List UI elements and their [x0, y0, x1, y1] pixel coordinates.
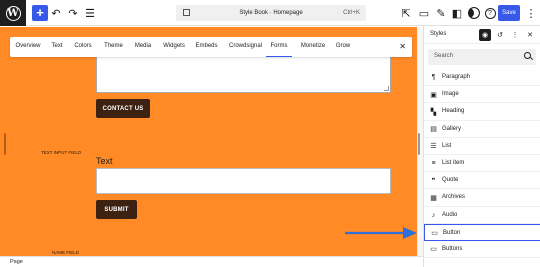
sidebar-item-gallery[interactable]: ▤ Gallery	[424, 121, 540, 138]
list-icon: ☰	[430, 143, 437, 151]
styles-title: Styles	[430, 31, 447, 37]
breadcrumb-page[interactable]: Page	[10, 259, 23, 265]
save-button[interactable]: Save	[498, 5, 520, 21]
text-field-label: Text	[96, 156, 113, 166]
tab-widgets[interactable]: Widgets	[162, 37, 186, 57]
name-field-label: NAME FIELD	[52, 250, 80, 255]
sidebar-item-image[interactable]: ▣ Image	[424, 86, 540, 104]
sidebar-item-heading[interactable]: ▚ Heading	[424, 103, 540, 121]
device-preview-icon[interactable]: ▭	[416, 5, 432, 21]
gallery-icon: ▤	[430, 126, 437, 134]
document-title: Style Book · Homepage	[239, 10, 303, 16]
sidebar-item-label: Buttons	[442, 245, 463, 252]
paragraph-icon: ¶	[431, 74, 436, 81]
breadcrumb: Page	[0, 256, 423, 267]
style-book-eye-icon[interactable]: ◉	[479, 29, 491, 41]
tab-forms[interactable]: Forms	[266, 37, 292, 57]
revisions-icon[interactable]: ↺	[494, 29, 506, 41]
list-item-icon: ≡	[431, 159, 436, 167]
tab-crowdsignal[interactable]: Crowdsignal	[227, 37, 264, 57]
undo-icon[interactable]: ↶	[48, 5, 64, 21]
edit-icon[interactable]: ✎	[433, 5, 449, 21]
sidebar-item-label: Paragraph	[442, 74, 471, 80]
tab-text[interactable]: Text	[50, 37, 64, 57]
sidebar-item-label: List	[442, 142, 452, 149]
archives-icon: ▦	[430, 194, 437, 202]
tab-colors[interactable]: Colors	[73, 37, 93, 57]
submit-button[interactable]: SUBMIT	[96, 200, 137, 219]
close-panel-icon[interactable]: ✕	[524, 29, 536, 41]
styles-toggle-icon[interactable]	[466, 5, 482, 21]
button-icon: ▭	[431, 230, 438, 238]
block-style-list: ¶ Paragraph ▣ Image ▚ Heading ▤ Gallery ☰ List ≡ Li…	[424, 69, 540, 259]
sidebar-item-list[interactable]: ☰ List	[424, 138, 540, 155]
sidebar-item-quote[interactable]: ❞ Quote	[424, 172, 540, 190]
sidebar-item-label: Image	[442, 91, 459, 98]
settings-panel-icon[interactable]: ◧	[449, 5, 465, 21]
command-palette-button[interactable]: Style Book · Homepage Ctrl+K	[176, 5, 366, 21]
tab-monetize[interactable]: Monetize	[298, 37, 328, 57]
sidebar-item-label: Button	[443, 229, 461, 236]
document-overview-icon[interactable]: ☰	[82, 5, 98, 21]
shortcut-hint: Ctrl+K	[343, 10, 360, 16]
resize-handle-left[interactable]	[4, 133, 6, 155]
text-input-field[interactable]	[96, 168, 391, 194]
block-search-input[interactable]: Search	[428, 49, 536, 65]
quote-icon: ❞	[431, 177, 436, 185]
add-block-button[interactable]: +	[32, 5, 48, 21]
styles-header: Styles ◉ ↺ ⋮ ✕	[424, 26, 540, 44]
view-external-icon[interactable]: ⇱	[398, 5, 414, 21]
image-icon: ▣	[430, 91, 437, 99]
textarea-resize-grip[interactable]	[384, 86, 389, 91]
tab-embeds[interactable]: Embeds	[195, 37, 218, 57]
pointer-arrow-icon	[345, 227, 417, 239]
audio-icon: ♪	[431, 211, 436, 219]
sidebar-item-label: Gallery	[442, 125, 462, 132]
heading-icon: ▚	[430, 108, 437, 116]
top-toolbar: W + ↶ ↷ ☰ Style Book · Homepage Ctrl+K ⇱…	[0, 0, 540, 26]
help-icon[interactable]: ?	[482, 5, 498, 21]
wordpress-logo-icon[interactable]: W	[0, 0, 26, 26]
styles-sidebar: Styles ◉ ↺ ⋮ ✕ Search ¶ Paragraph ▣ Image ▚ H…	[423, 26, 540, 267]
search-icon	[524, 52, 531, 59]
tab-grow[interactable]: Grow	[335, 37, 351, 57]
close-icon[interactable]: ✕	[399, 41, 406, 52]
buttons-icon: ▭	[430, 246, 437, 254]
sidebar-item-label: List item	[442, 159, 465, 166]
tab-overview[interactable]: Overview	[15, 37, 41, 57]
tab-theme[interactable]: Theme	[103, 37, 124, 57]
sidebar-item-label: Audio	[442, 211, 458, 218]
sidebar-item-label: Quote	[442, 177, 459, 184]
sidebar-item-label: Heading	[442, 108, 465, 115]
sidebar-item-button[interactable]: ▭ Button	[424, 223, 540, 241]
more-options-icon[interactable]: ⋮	[523, 5, 539, 21]
contact-us-button[interactable]: CONTACT US	[96, 99, 150, 118]
sidebar-item-label: Archives	[442, 194, 466, 201]
sidebar-item-buttons[interactable]: ▭ Buttons	[424, 241, 540, 259]
style-book-tabs: Overview Text Colors Theme Media Widgets…	[10, 37, 412, 57]
redo-icon[interactable]: ↷	[65, 5, 81, 21]
text-input-field-label: TEXT INPUT FIELD	[41, 150, 82, 155]
tab-media[interactable]: Media	[133, 37, 153, 57]
sidebar-item-archives[interactable]: ▦ Archives	[424, 189, 540, 207]
sidebar-item-list-item[interactable]: ≡ List item	[424, 155, 540, 173]
sidebar-item-audio[interactable]: ♪ Audio	[424, 207, 540, 224]
search-placeholder: Search	[434, 53, 454, 59]
sidebar-item-paragraph[interactable]: ¶ Paragraph	[424, 69, 540, 87]
resize-handle-right[interactable]	[418, 133, 420, 155]
more-actions-icon[interactable]: ⋮	[509, 29, 521, 41]
